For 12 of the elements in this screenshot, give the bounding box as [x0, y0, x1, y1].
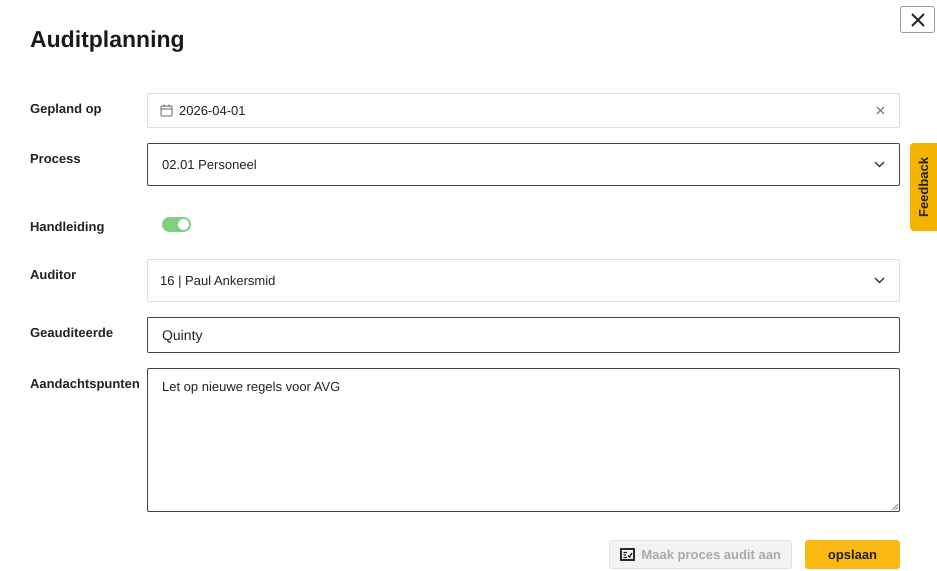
feedback-tab[interactable]: Feedback [910, 143, 937, 231]
field-label: Handleiding [30, 218, 106, 234]
field-label: Gepland op [30, 100, 102, 116]
select-field[interactable]: 02.01 Personeel [147, 143, 900, 186]
field-label: Geauditeerde [30, 324, 114, 340]
dialog-title: Auditplanning [30, 26, 186, 53]
text-field[interactable]: Quinty [147, 317, 900, 353]
text-area[interactable]: Let op nieuwe regels voor AVG [147, 368, 900, 512]
field-label: Auditor [30, 266, 78, 282]
save-button[interactable]: opslaan [804, 540, 900, 569]
field-label: Process [30, 150, 82, 166]
field-label: Aandachtspunten [30, 375, 141, 391]
